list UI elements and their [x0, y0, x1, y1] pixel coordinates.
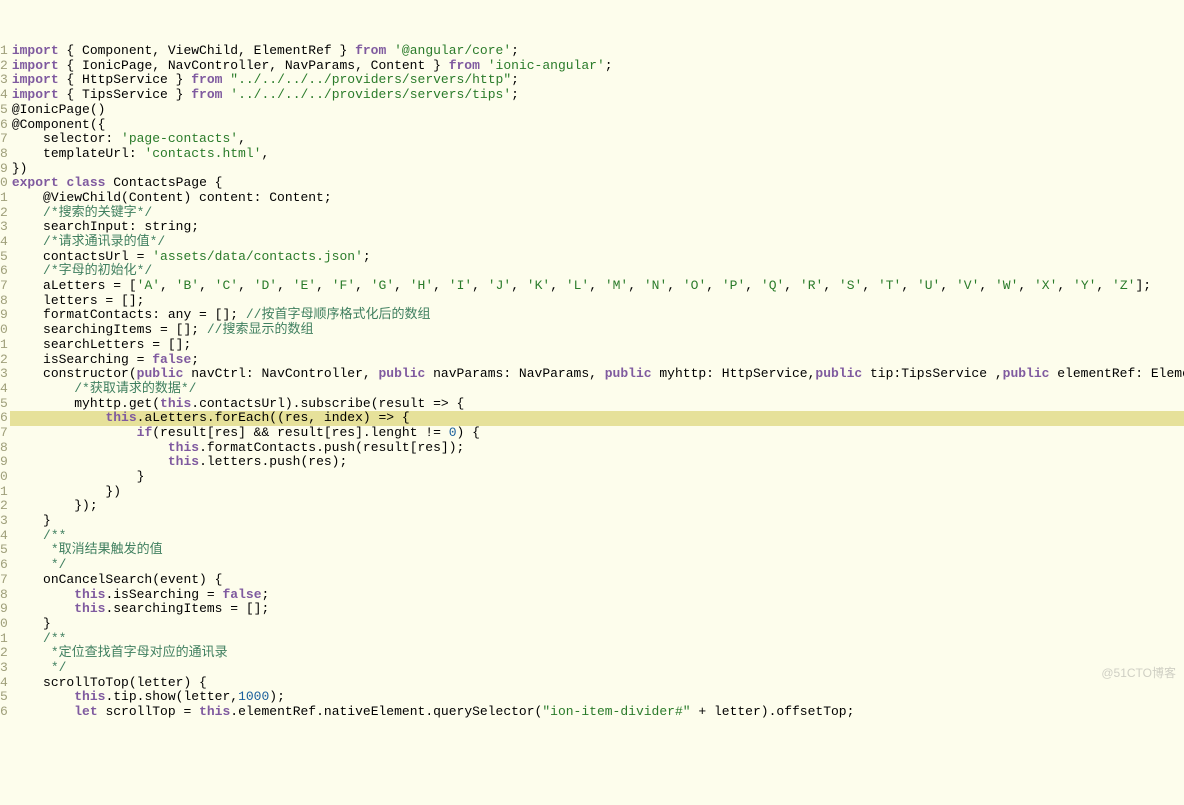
line-number: 2: [0, 353, 8, 368]
line-number: 3: [0, 514, 8, 529]
code-line[interactable]: import { Component, ViewChild, ElementRe…: [10, 44, 1184, 59]
code-line[interactable]: */: [10, 558, 1184, 573]
line-number: 7: [0, 426, 8, 441]
line-number: 7: [0, 279, 8, 294]
line-number: 3: [0, 73, 8, 88]
line-number: 5: [0, 690, 8, 705]
line-number: 1: [0, 632, 8, 647]
code-line[interactable]: searchLetters = [];: [10, 338, 1184, 353]
code-line[interactable]: });: [10, 499, 1184, 514]
code-line[interactable]: }: [10, 514, 1184, 529]
code-line[interactable]: }: [10, 617, 1184, 632]
code-line[interactable]: @ViewChild(Content) content: Content;: [10, 191, 1184, 206]
code-line[interactable]: @Component({: [10, 118, 1184, 133]
code-line[interactable]: */: [10, 661, 1184, 676]
code-line[interactable]: /*获取请求的数据*/: [10, 382, 1184, 397]
code-line[interactable]: }): [10, 162, 1184, 177]
line-number: 8: [0, 294, 8, 309]
line-number: 4: [0, 382, 8, 397]
line-number: 2: [0, 646, 8, 661]
line-number-gutter: 1234567890123456789012345678901234567890…: [0, 44, 10, 731]
code-line[interactable]: @IonicPage(): [10, 103, 1184, 118]
line-number: 3: [0, 220, 8, 235]
code-line[interactable]: myhttp.get(this.contactsUrl).subscribe(r…: [10, 397, 1184, 412]
code-line[interactable]: formatContacts: any = []; //按首字母顺序格式化后的数…: [10, 308, 1184, 323]
line-number: 8: [0, 588, 8, 603]
code-line[interactable]: }): [10, 485, 1184, 500]
code-line[interactable]: this.searchingItems = [];: [10, 602, 1184, 617]
code-line[interactable]: templateUrl: 'contacts.html',: [10, 147, 1184, 162]
line-number: 6: [0, 118, 8, 133]
line-number: 3: [0, 367, 8, 382]
code-line[interactable]: this.aLetters.forEach((res, index) => {: [10, 411, 1184, 426]
line-number: 9: [0, 162, 8, 177]
line-number: 5: [0, 543, 8, 558]
line-number: 7: [0, 132, 8, 147]
code-line[interactable]: /*字母的初始化*/: [10, 264, 1184, 279]
code-line[interactable]: onCancelSearch(event) {: [10, 573, 1184, 588]
line-number: 0: [0, 176, 8, 191]
line-number: 5: [0, 397, 8, 412]
line-number: 8: [0, 147, 8, 162]
code-line[interactable]: *取消结果触发的值: [10, 543, 1184, 558]
line-number: 0: [0, 470, 8, 485]
watermark-text: @51CTO博客: [1101, 666, 1176, 681]
code-line[interactable]: import { HttpService } from "../../../..…: [10, 73, 1184, 88]
code-line[interactable]: export class ContactsPage {: [10, 176, 1184, 191]
code-area[interactable]: import { Component, ViewChild, ElementRe…: [10, 44, 1184, 731]
code-line[interactable]: this.formatContacts.push(result[res]);: [10, 441, 1184, 456]
line-number: 5: [0, 250, 8, 265]
line-number: 6: [0, 264, 8, 279]
line-number: 7: [0, 573, 8, 588]
line-number: 4: [0, 235, 8, 250]
line-number: 0: [0, 323, 8, 338]
code-line[interactable]: /**: [10, 529, 1184, 544]
code-line[interactable]: this.letters.push(res);: [10, 455, 1184, 470]
code-line[interactable]: if(result[res] && result[res].lenght != …: [10, 426, 1184, 441]
code-line[interactable]: }: [10, 470, 1184, 485]
line-number: 4: [0, 529, 8, 544]
line-number: 2: [0, 499, 8, 514]
code-line[interactable]: let scrollTop = this.elementRef.nativeEl…: [10, 705, 1184, 720]
code-line[interactable]: *定位查找首字母对应的通讯录: [10, 646, 1184, 661]
line-number: 4: [0, 676, 8, 691]
code-line[interactable]: searchingItems = []; //搜索显示的数组: [10, 323, 1184, 338]
line-number: 6: [0, 558, 8, 573]
code-line[interactable]: import { IonicPage, NavController, NavPa…: [10, 59, 1184, 74]
code-line[interactable]: import { TipsService } from '../../../..…: [10, 88, 1184, 103]
line-number: 2: [0, 206, 8, 221]
code-line[interactable]: isSearching = false;: [10, 353, 1184, 368]
line-number: 1: [0, 44, 8, 59]
code-line[interactable]: constructor(public navCtrl: NavControlle…: [10, 367, 1184, 382]
code-line[interactable]: this.tip.show(letter,1000);: [10, 690, 1184, 705]
code-line[interactable]: /*请求通讯录的值*/: [10, 235, 1184, 250]
line-number: 1: [0, 191, 8, 206]
line-number: 9: [0, 602, 8, 617]
line-number: 9: [0, 308, 8, 323]
line-number: 2: [0, 59, 8, 74]
line-number: 0: [0, 617, 8, 632]
line-number: 1: [0, 338, 8, 353]
code-line[interactable]: scrollToTop(letter) {: [10, 676, 1184, 691]
line-number: 3: [0, 661, 8, 676]
code-line[interactable]: this.isSearching = false;: [10, 588, 1184, 603]
code-line[interactable]: aLetters = ['A', 'B', 'C', 'D', 'E', 'F'…: [10, 279, 1184, 294]
line-number: 6: [0, 705, 8, 720]
code-line[interactable]: /*搜索的关键字*/: [10, 206, 1184, 221]
line-number: 1: [0, 485, 8, 500]
code-editor: 1234567890123456789012345678901234567890…: [0, 44, 1184, 731]
line-number: 5: [0, 103, 8, 118]
line-number: 4: [0, 88, 8, 103]
code-line[interactable]: contactsUrl = 'assets/data/contacts.json…: [10, 250, 1184, 265]
code-line[interactable]: searchInput: string;: [10, 220, 1184, 235]
code-line[interactable]: selector: 'page-contacts',: [10, 132, 1184, 147]
line-number: 6: [0, 411, 8, 426]
line-number: 9: [0, 455, 8, 470]
line-number: 8: [0, 441, 8, 456]
